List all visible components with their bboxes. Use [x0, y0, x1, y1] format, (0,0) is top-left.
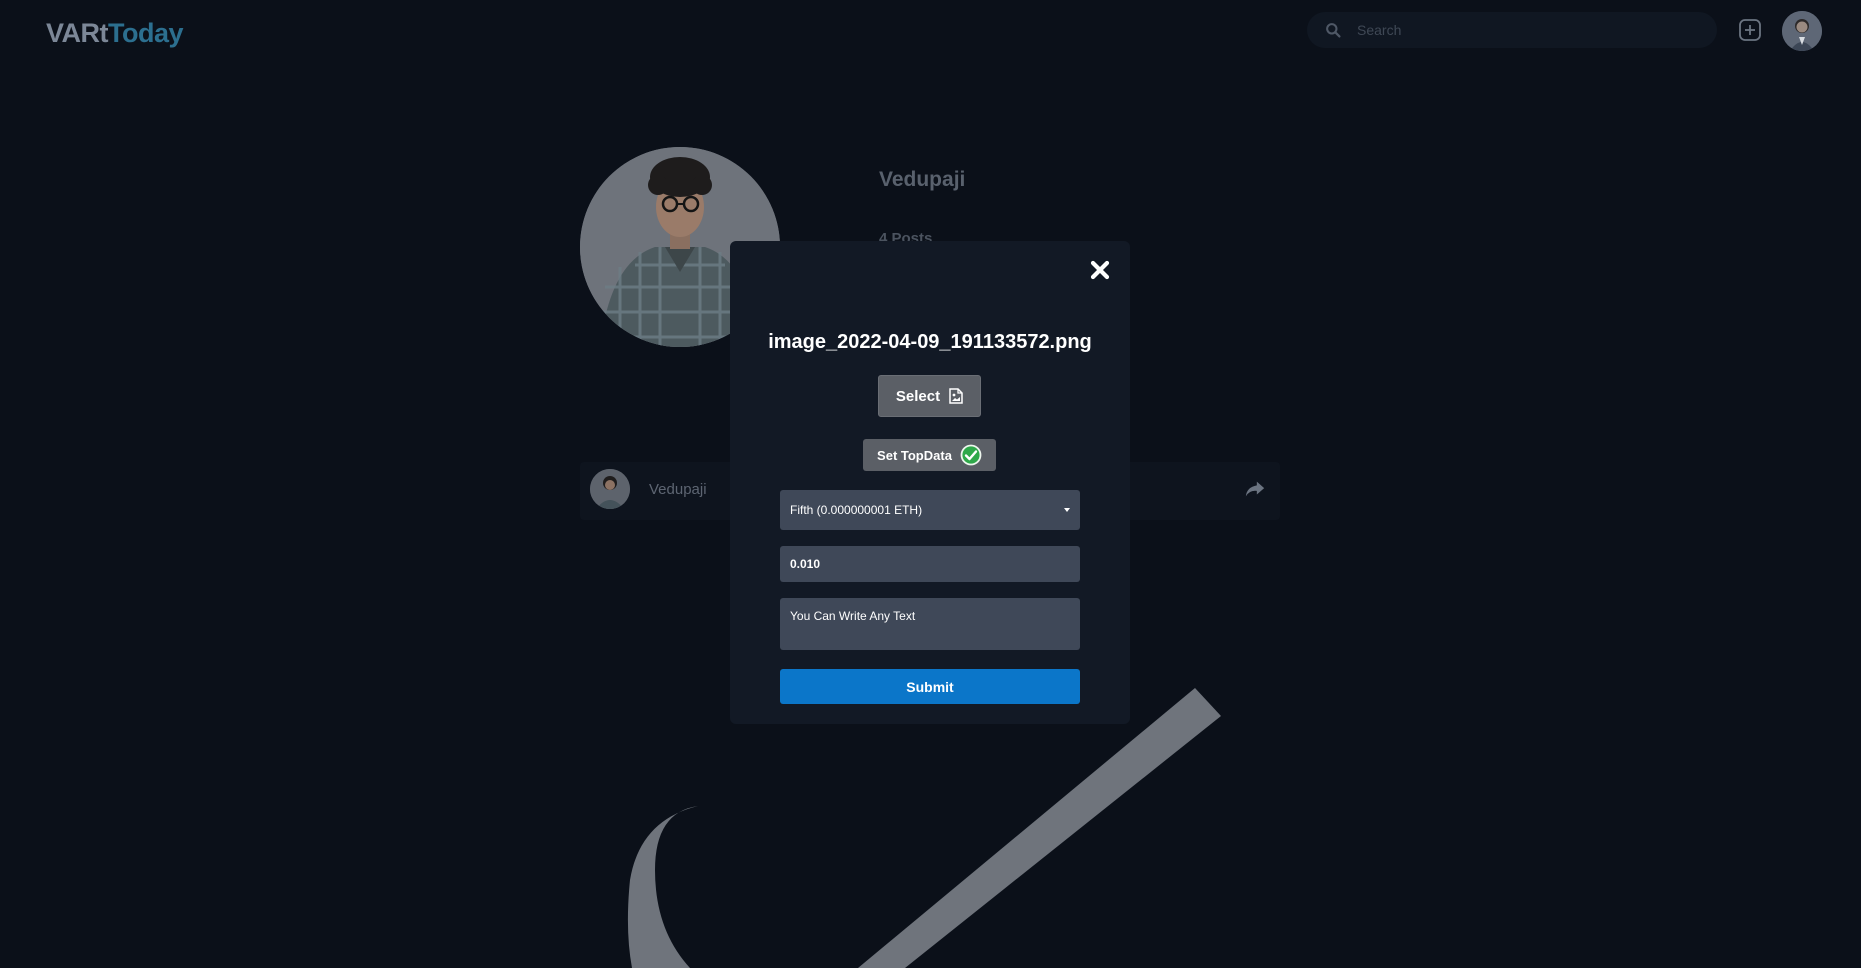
message-textarea[interactable]: You Can Write Any Text	[780, 598, 1080, 650]
search-input[interactable]	[1357, 19, 1697, 41]
select-button-label: Select	[895, 387, 941, 405]
tip-tier-dropdown[interactable]: Fifth (0.000000001 ETH)	[780, 490, 1080, 530]
file-image-icon	[949, 388, 963, 404]
post-author-name[interactable]: Vedupaji	[649, 481, 707, 498]
submit-button[interactable]: Submit	[780, 669, 1080, 704]
logo-text-today: Today	[108, 18, 184, 48]
avatar-person-icon	[1782, 11, 1822, 51]
app-logo[interactable]: VARtToday	[46, 18, 184, 49]
selected-file-name: image_2022-04-09_191133572.png	[768, 331, 1092, 353]
top-navbar: VARtToday	[0, 0, 1861, 66]
profile-username: Vedupaji	[879, 168, 966, 191]
post-author-avatar[interactable]	[590, 469, 630, 509]
set-topdata-button[interactable]: Set TopData	[863, 439, 996, 471]
tip-modal: image_2022-04-09_191133572.png Select Se…	[730, 241, 1130, 724]
user-avatar[interactable]	[1782, 11, 1822, 51]
topdata-button-label: Set TopData	[877, 447, 952, 463]
share-icon[interactable]	[1244, 479, 1266, 499]
amount-input[interactable]	[780, 546, 1080, 582]
logo-text-vart: VARt	[46, 18, 109, 48]
tip-tier-selected-value: Fifth (0.000000001 ETH)	[790, 503, 923, 517]
select-file-button[interactable]: Select	[878, 375, 981, 417]
check-circle-icon	[960, 444, 982, 466]
add-post-icon[interactable]	[1738, 18, 1762, 42]
chevron-down-icon	[1064, 508, 1070, 512]
close-icon[interactable]	[1088, 258, 1112, 282]
search-icon	[1326, 23, 1341, 38]
post-avatar-person-icon	[590, 469, 630, 509]
search-bar[interactable]	[1307, 12, 1717, 48]
